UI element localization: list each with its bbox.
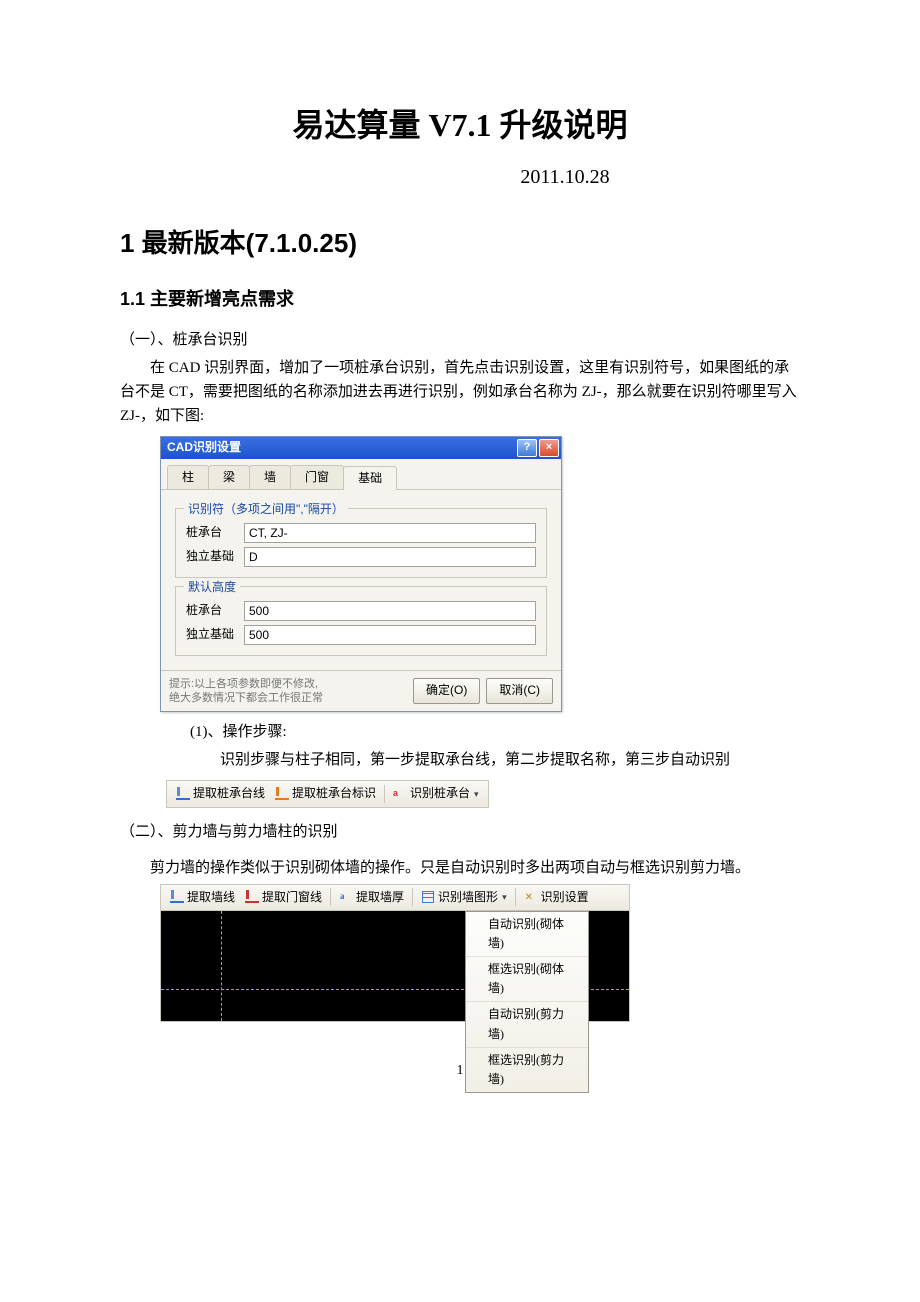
- para-intro: 在 CAD 识别界面，增加了一项桩承台识别，首先点击识别设置，这里有识别符号，如…: [120, 356, 800, 428]
- tab-jichu[interactable]: 基础: [343, 466, 397, 490]
- label-isolated-footing: 独立基础: [186, 547, 244, 566]
- extract-door-line-icon: [245, 890, 259, 904]
- btn-extract-wall-thickness[interactable]: 提取墙厚: [335, 887, 408, 908]
- btn-extract-pile-label-label: 提取桩承台标识: [292, 784, 376, 803]
- para-item-1: （一）、桩承台识别: [120, 328, 800, 352]
- btn-recognize-pile[interactable]: 识别桩承台 ▾: [389, 783, 483, 804]
- section-1-heading: 1 最新版本(7.1.0.25): [120, 223, 800, 265]
- recognize-dropdown: 自动识别(砌体墙) 框选识别(砌体墙) 自动识别(剪力墙) 框选识别(剪力墙): [465, 911, 589, 1094]
- doc-title: 易达算量 V7.1 升级说明: [120, 100, 800, 151]
- close-icon[interactable]: ×: [539, 439, 559, 457]
- extract-wall-line-icon: [170, 890, 184, 904]
- doc-date: 2011.10.28: [330, 161, 800, 193]
- menu-auto-masonry[interactable]: 自动识别(砌体墙): [466, 912, 588, 957]
- cancel-button[interactable]: 取消(C): [486, 678, 553, 703]
- step-heading: (1)、操作步骤:: [190, 720, 800, 744]
- extract-label-icon: [275, 787, 289, 801]
- dialog-titlebar: CAD识别设置 ? ×: [161, 437, 561, 459]
- para-item-2: （二）、剪力墙与剪力墙柱的识别: [120, 820, 800, 844]
- chevron-down-icon-2: ▾: [502, 890, 507, 904]
- cad-settings-dialog: CAD识别设置 ? × 柱 梁 墙 门窗 基础 识别符（多项之间用","隔开） …: [160, 436, 562, 713]
- group-identifiers-title: 识别符（多项之间用","隔开）: [184, 500, 348, 519]
- btn-extract-pile-line-label: 提取桩承台线: [193, 784, 265, 803]
- input-pile-cap-h[interactable]: 500: [244, 601, 536, 621]
- hint-line2: 绝大多数情况下都会工作很正常: [169, 691, 323, 705]
- btn-extract-pile-label[interactable]: 提取桩承台标识: [271, 783, 380, 804]
- recognize-icon: [393, 787, 407, 801]
- toolbar-separator-2: [330, 888, 331, 906]
- cad-guide-v: [221, 911, 222, 1021]
- dialog-hint: 提示:以上各项参数即便不修改, 绝大多数情况下都会工作很正常: [169, 677, 323, 706]
- extract-line-icon: [176, 787, 190, 801]
- btn-recognize-settings-label: 识别设置: [541, 888, 589, 907]
- input-isolated-footing[interactable]: D: [244, 547, 536, 567]
- label-pile-cap: 桩承台: [186, 523, 244, 542]
- btn-extract-wall-thickness-label: 提取墙厚: [356, 888, 404, 907]
- menu-auto-shear[interactable]: 自动识别(剪力墙): [466, 1002, 588, 1047]
- group-identifiers: 识别符（多项之间用","隔开） 桩承台 CT, ZJ- 独立基础 D: [175, 508, 547, 578]
- ok-button[interactable]: 确定(O): [413, 678, 480, 703]
- group-default-height: 默认高度 桩承台 500 独立基础 500: [175, 586, 547, 656]
- extract-thickness-icon: [339, 890, 353, 904]
- btn-recognize-pile-label: 识别桩承台: [410, 784, 470, 803]
- help-icon[interactable]: ?: [517, 439, 537, 457]
- hint-line1: 提示:以上各项参数即便不修改,: [169, 677, 323, 691]
- settings-icon: [524, 890, 538, 904]
- btn-recognize-settings[interactable]: 识别设置: [520, 887, 593, 908]
- menu-box-shear[interactable]: 框选识别(剪力墙): [466, 1048, 588, 1092]
- input-pile-cap[interactable]: CT, ZJ-: [244, 523, 536, 543]
- toolbar-wall: 提取墙线 提取门窗线 提取墙厚 识别墙图形 ▾ 识别设置 自动识别(砌体墙) 框…: [160, 884, 630, 1022]
- tab-zhu[interactable]: 柱: [167, 465, 209, 489]
- tab-menchuang[interactable]: 门窗: [290, 465, 344, 489]
- btn-recognize-wall-shape[interactable]: 识别墙图形 ▾: [417, 887, 511, 908]
- label-pile-cap-h: 桩承台: [186, 601, 244, 620]
- recognize-shape-icon: [421, 890, 435, 904]
- btn-extract-pile-line[interactable]: 提取桩承台线: [172, 783, 269, 804]
- group-default-height-title: 默认高度: [184, 578, 240, 597]
- toolbar-separator-3: [412, 888, 413, 906]
- menu-box-masonry[interactable]: 框选识别(砌体墙): [466, 957, 588, 1002]
- page-number: 1: [120, 1060, 800, 1082]
- tab-qiang[interactable]: 墙: [249, 465, 291, 489]
- step-text: 识别步骤与柱子相同，第一步提取承台线，第二步提取名称，第三步自动识别: [190, 748, 800, 772]
- btn-recognize-wall-shape-label: 识别墙图形: [438, 888, 498, 907]
- label-isolated-footing-h: 独立基础: [186, 625, 244, 644]
- tab-liang[interactable]: 梁: [208, 465, 250, 489]
- btn-extract-wall-line[interactable]: 提取墙线: [166, 887, 239, 908]
- btn-extract-door-window-line-label: 提取门窗线: [262, 888, 322, 907]
- toolbar-pile-cap: 提取桩承台线 提取桩承台标识 识别桩承台 ▾: [166, 780, 489, 807]
- section-1-1-heading: 1.1 主要新增亮点需求: [120, 285, 800, 314]
- chevron-down-icon: ▾: [474, 787, 479, 801]
- dialog-title-text: CAD识别设置: [167, 438, 241, 457]
- input-isolated-footing-h[interactable]: 500: [244, 625, 536, 645]
- btn-extract-wall-line-label: 提取墙线: [187, 888, 235, 907]
- cad-viewport: 自动识别(砌体墙) 框选识别(砌体墙) 自动识别(剪力墙) 框选识别(剪力墙): [160, 911, 630, 1022]
- btn-extract-door-window-line[interactable]: 提取门窗线: [241, 887, 326, 908]
- toolbar-separator-4: [515, 888, 516, 906]
- dialog-tabs: 柱 梁 墙 门窗 基础: [161, 459, 561, 490]
- toolbar-separator: [384, 785, 385, 803]
- para-2-text: 剪力墙的操作类似于识别砌体墙的操作。只是自动识别时多出两项自动与框选识别剪力墙。: [120, 856, 800, 880]
